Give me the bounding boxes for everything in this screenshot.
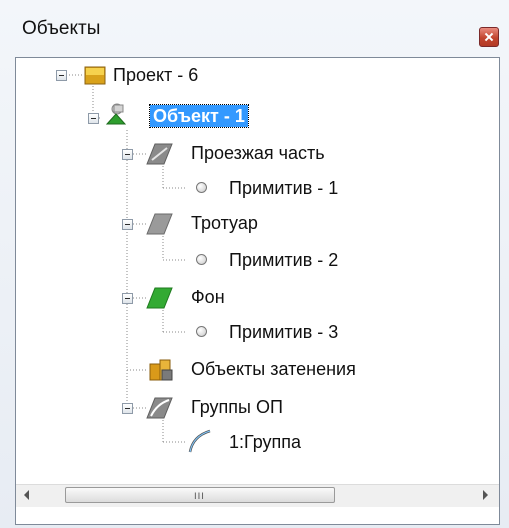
tree-node-shading-objects[interactable]: Объекты затенения — [191, 358, 356, 380]
horizontal-scrollbar[interactable]: III — [16, 484, 499, 507]
expander-background[interactable] — [122, 293, 133, 304]
tree-node-op-groups[interactable]: Группы ОП — [191, 396, 283, 418]
sidewalk-surface-icon — [146, 213, 173, 235]
expander-sidewalk[interactable] — [122, 219, 133, 230]
expander-object[interactable] — [88, 113, 99, 124]
tree-node-sidewalk[interactable]: Тротуар — [191, 212, 258, 234]
scroll-left-icon[interactable] — [24, 490, 29, 500]
primitive-icon — [196, 254, 207, 265]
tree-node-group-1[interactable]: 1:Группа — [229, 431, 301, 453]
close-button[interactable] — [479, 27, 499, 47]
project-folder-icon — [84, 66, 106, 85]
tree-node-background[interactable]: Фон — [191, 286, 225, 308]
roadway-surface-icon — [146, 143, 173, 165]
scroll-grip: III — [194, 492, 205, 502]
objects-panel: Объекты Проект - 6 Объект - 1 Проезжая ч… — [0, 0, 509, 528]
background-surface-icon — [146, 287, 173, 309]
primitive-icon — [196, 182, 207, 193]
primitive-icon — [196, 326, 207, 337]
object-icon — [105, 103, 127, 125]
group-icon — [188, 429, 211, 453]
scroll-thumb[interactable]: III — [65, 487, 335, 503]
object-tree[interactable] — [15, 57, 500, 525]
tree-node-object[interactable]: Объект - 1 — [149, 104, 249, 128]
tree-node-primitive-3[interactable]: Примитив - 3 — [229, 321, 338, 343]
tree-node-project[interactable]: Проект - 6 — [113, 64, 198, 86]
expander-op-groups[interactable] — [122, 403, 133, 414]
scroll-right-icon[interactable] — [483, 490, 488, 500]
tree-node-primitive-2[interactable]: Примитив - 2 — [229, 249, 338, 271]
tree-node-primitive-1[interactable]: Примитив - 1 — [229, 177, 338, 199]
tree-node-roadway[interactable]: Проезжая часть — [191, 142, 325, 164]
expander-roadway[interactable] — [122, 149, 133, 160]
shading-objects-icon — [149, 359, 173, 381]
op-groups-icon — [146, 397, 173, 419]
panel-title: Объекты — [22, 18, 101, 39]
expander-project[interactable] — [56, 70, 67, 81]
